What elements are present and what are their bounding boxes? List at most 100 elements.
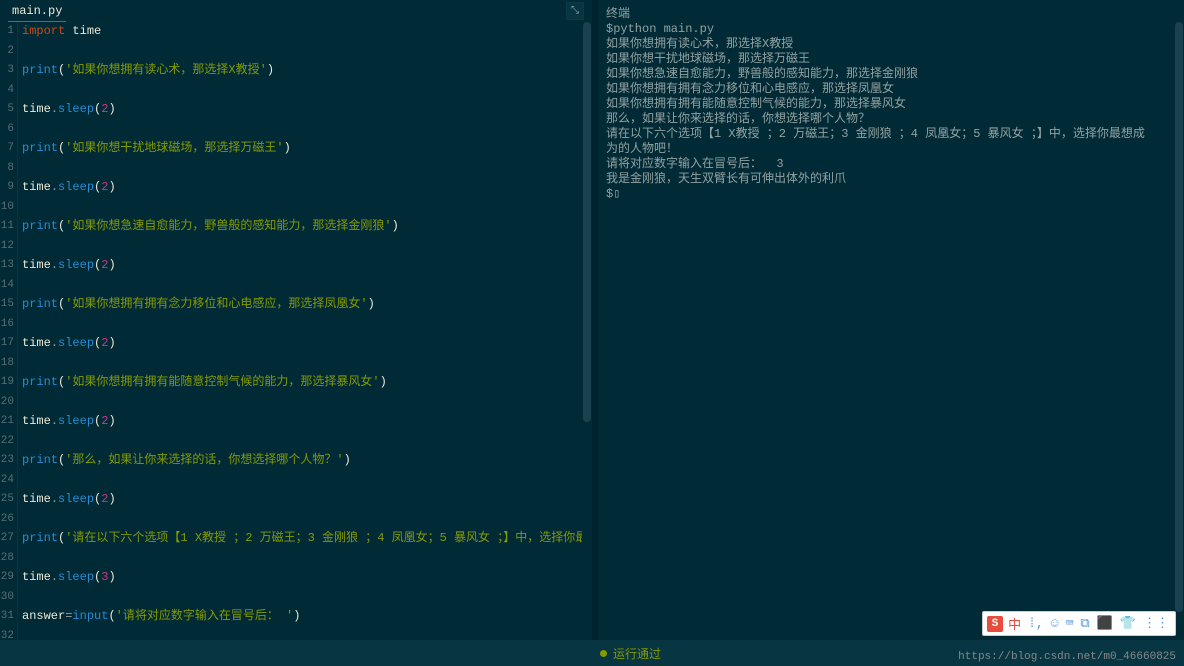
line-number: 15 <box>0 295 18 315</box>
ime-item[interactable]: ☺ <box>1049 616 1061 631</box>
line-number: 19 <box>0 373 18 393</box>
code-line[interactable]: 31answer=input('请将对应数字输入在冒号后： ') <box>0 607 592 627</box>
code-line[interactable]: 7print('如果你想干扰地球磁场，那选择万磁王') <box>0 139 592 159</box>
code-line[interactable]: 27print('请在以下六个选项【1 X教授 ；2 万磁王；3 金刚狼 ；4 … <box>0 529 592 549</box>
code-line[interactable]: 26 <box>0 510 592 530</box>
code-content[interactable]: time.sleep(2) <box>18 178 116 198</box>
code-line[interactable]: 13time.sleep(2) <box>0 256 592 276</box>
code-line[interactable]: 15print('如果你想拥有拥有念力移位和心电感应，那选择凤凰女') <box>0 295 592 315</box>
code-content[interactable]: answer=input('请将对应数字输入在冒号后： ') <box>18 607 300 627</box>
code-content[interactable] <box>18 276 22 296</box>
code-content[interactable] <box>18 159 22 179</box>
line-number: 16 <box>0 315 18 335</box>
code-area[interactable]: 1import time23print('如果你想拥有读心术，那选择X教授')4… <box>0 22 592 640</box>
code-content[interactable]: time.sleep(2) <box>18 490 116 510</box>
code-line[interactable]: 21time.sleep(2) <box>0 412 592 432</box>
ime-toolbar[interactable]: S 中 ⁞, ☺ ⌨ ⧉ ⬛ 👕 ⋮⋮ <box>982 611 1176 636</box>
line-number: 3 <box>0 61 18 81</box>
line-number: 20 <box>0 393 18 413</box>
code-content[interactable] <box>18 627 22 641</box>
ime-item[interactable]: ⧉ <box>1078 616 1091 631</box>
code-content[interactable] <box>18 549 22 569</box>
line-number: 8 <box>0 159 18 179</box>
terminal-output[interactable]: $python main.py 如果你想拥有读心术，那选择X教授 如果你想干扰地… <box>598 22 1184 640</box>
code-line[interactable]: 25time.sleep(2) <box>0 490 592 510</box>
ime-logo-icon[interactable]: S <box>987 616 1003 632</box>
collapse-icon[interactable]: ⤡ <box>566 2 584 20</box>
ime-item[interactable]: ⌨ <box>1064 616 1076 631</box>
code-line[interactable]: 14 <box>0 276 592 296</box>
code-line[interactable]: 18 <box>0 354 592 374</box>
code-content[interactable]: time.sleep(2) <box>18 256 116 276</box>
code-line[interactable]: 19print('如果你想拥有拥有能随意控制气候的能力，那选择暴风女') <box>0 373 592 393</box>
code-content[interactable]: print('如果你想急速自愈能力，野兽般的感知能力，那选择金刚狼') <box>18 217 399 237</box>
code-line[interactable]: 22 <box>0 432 592 452</box>
code-line[interactable]: 11print('如果你想急速自愈能力，野兽般的感知能力，那选择金刚狼') <box>0 217 592 237</box>
code-content[interactable]: print('如果你想拥有读心术，那选择X教授') <box>18 61 274 81</box>
ime-item[interactable]: ⋮⋮ <box>1141 616 1171 631</box>
line-number: 12 <box>0 237 18 257</box>
code-content[interactable]: print('那么，如果让你来选择的话，你想选择哪个人物？') <box>18 451 351 471</box>
line-number: 23 <box>0 451 18 471</box>
code-line[interactable]: 32 <box>0 627 592 641</box>
code-line[interactable]: 17time.sleep(2) <box>0 334 592 354</box>
code-content[interactable] <box>18 42 22 62</box>
code-content[interactable]: print('如果你想拥有拥有念力移位和心电感应，那选择凤凰女') <box>18 295 375 315</box>
line-number: 2 <box>0 42 18 62</box>
code-content[interactable] <box>18 510 22 530</box>
line-number: 4 <box>0 81 18 101</box>
code-content[interactable] <box>18 81 22 101</box>
line-number: 28 <box>0 549 18 569</box>
code-line[interactable]: 29time.sleep(3) <box>0 568 592 588</box>
terminal-scrollbar[interactable] <box>1174 22 1184 640</box>
code-content[interactable]: print('如果你想拥有拥有能随意控制气候的能力，那选择暴风女') <box>18 373 387 393</box>
code-content[interactable]: import time <box>18 22 101 42</box>
code-line[interactable]: 20 <box>0 393 592 413</box>
code-line[interactable]: 28 <box>0 549 592 569</box>
code-line[interactable]: 24 <box>0 471 592 491</box>
code-line[interactable]: 3print('如果你想拥有读心术，那选择X教授') <box>0 61 592 81</box>
tab-bar: main.py ⤡ <box>0 0 592 22</box>
code-line[interactable]: 9time.sleep(2) <box>0 178 592 198</box>
editor-scrollbar[interactable] <box>582 22 592 640</box>
code-content[interactable] <box>18 471 22 491</box>
code-line[interactable]: 1import time <box>0 22 592 42</box>
code-line[interactable]: 8 <box>0 159 592 179</box>
code-line[interactable]: 12 <box>0 237 592 257</box>
ime-item[interactable]: 👕 <box>1118 616 1138 631</box>
line-number: 27 <box>0 529 18 549</box>
code-line[interactable]: 4 <box>0 81 592 101</box>
code-content[interactable]: print('请在以下六个选项【1 X教授 ；2 万磁王；3 金刚狼 ；4 凤凰… <box>18 529 592 549</box>
code-content[interactable] <box>18 432 22 452</box>
code-line[interactable]: 5time.sleep(2) <box>0 100 592 120</box>
code-content[interactable] <box>18 588 22 608</box>
line-number: 18 <box>0 354 18 374</box>
scroll-thumb[interactable] <box>1175 22 1183 612</box>
code-line[interactable]: 30 <box>0 588 592 608</box>
line-number: 17 <box>0 334 18 354</box>
code-line[interactable]: 2 <box>0 42 592 62</box>
scroll-thumb[interactable] <box>583 22 591 422</box>
ime-item[interactable]: ⁞, <box>1026 616 1046 631</box>
code-content[interactable] <box>18 198 22 218</box>
code-line[interactable]: 10 <box>0 198 592 218</box>
run-status-label: 运行通过 <box>613 645 661 662</box>
line-number: 22 <box>0 432 18 452</box>
code-content[interactable] <box>18 120 22 140</box>
code-content[interactable] <box>18 315 22 335</box>
ime-item[interactable]: ⬛ <box>1095 616 1115 631</box>
code-content[interactable] <box>18 354 22 374</box>
code-content[interactable] <box>18 237 22 257</box>
ime-lang[interactable]: 中 <box>1006 614 1023 633</box>
code-line[interactable]: 16 <box>0 315 592 335</box>
file-tab[interactable]: main.py <box>8 1 66 22</box>
code-content[interactable]: time.sleep(2) <box>18 412 116 432</box>
line-number: 29 <box>0 568 18 588</box>
code-content[interactable] <box>18 393 22 413</box>
code-line[interactable]: 23print('那么，如果让你来选择的话，你想选择哪个人物？') <box>0 451 592 471</box>
code-content[interactable]: time.sleep(3) <box>18 568 116 588</box>
code-content[interactable]: time.sleep(2) <box>18 334 116 354</box>
code-line[interactable]: 6 <box>0 120 592 140</box>
code-content[interactable]: time.sleep(2) <box>18 100 116 120</box>
code-content[interactable]: print('如果你想干扰地球磁场，那选择万磁王') <box>18 139 291 159</box>
